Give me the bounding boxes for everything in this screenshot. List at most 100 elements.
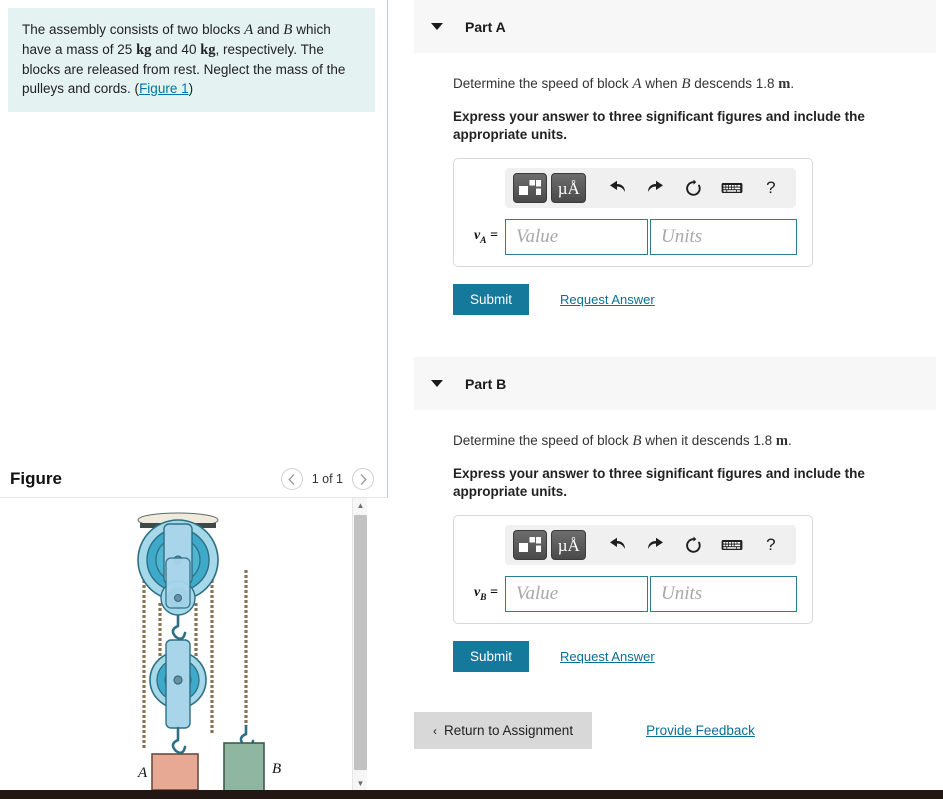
va-equals: = — [490, 228, 498, 244]
redo-icon[interactable] — [638, 173, 672, 203]
part-b-question: Determine the speed of block B when it d… — [453, 432, 943, 450]
keyboard-icon[interactable] — [715, 530, 749, 560]
vb-sub: B — [480, 592, 487, 603]
qb-end: . — [787, 433, 792, 448]
part-b-toolbar: µÅ ? — [505, 525, 796, 565]
qb-pre: Determine the speed of block — [453, 433, 633, 448]
part-a-value-input[interactable] — [505, 219, 648, 255]
problem-statement: The assembly consists of two blocks A an… — [8, 8, 375, 112]
part-b-header[interactable]: Part B — [414, 357, 936, 410]
figure-scrollbar[interactable]: ▲ ▼ — [352, 498, 367, 791]
va-sub: A — [480, 235, 487, 246]
reset-icon[interactable] — [677, 530, 711, 560]
undo-icon[interactable] — [600, 173, 634, 203]
problem-text-6: ) — [188, 81, 194, 96]
part-b-submit-button[interactable]: Submit — [453, 641, 530, 672]
provide-feedback-link[interactable]: Provide Feedback — [646, 723, 755, 738]
bottom-bar — [0, 790, 943, 799]
redo-arrow-glyph — [648, 537, 664, 549]
undo-arrow-glyph — [609, 180, 625, 192]
figure-label-a: A — [137, 765, 148, 781]
part-a-variable-label: vA = — [464, 228, 505, 246]
redo-icon[interactable] — [638, 530, 672, 560]
part-a-body: Determine the speed of block A when B de… — [389, 75, 943, 315]
figure-counter: 1 of 1 — [311, 472, 343, 486]
figure-label-b: B — [272, 761, 281, 777]
part-b-instruction: Express your answer to three significant… — [453, 466, 865, 499]
scrollbar-thumb[interactable] — [354, 515, 367, 770]
units-icon-label: µÅ — [557, 535, 580, 555]
part-b-request-answer-link[interactable]: Request Answer — [560, 649, 655, 664]
chevron-left-icon: ‹ — [433, 723, 437, 738]
figure-title: Figure — [10, 469, 62, 488]
qb-mid: when it descends 1.8 — [641, 433, 776, 448]
units-icon-label: µÅ — [557, 178, 580, 198]
part-b-units-input[interactable] — [650, 576, 797, 612]
reset-icon[interactable] — [677, 173, 711, 203]
part-b-actions: Submit Request Answer — [453, 641, 943, 672]
problem-page: The assembly consists of two blocks A an… — [0, 0, 943, 799]
qa-pre: Determine the speed of block — [453, 76, 633, 91]
part-a-header[interactable]: Part A — [414, 0, 936, 53]
part-a-request-answer-link[interactable]: Request Answer — [560, 292, 655, 307]
math-template-icon[interactable] — [513, 173, 548, 203]
help-icon[interactable]: ? — [754, 530, 788, 560]
return-to-assignment-button[interactable]: ‹ Return to Assignment — [414, 712, 593, 749]
problem-text-4: and 40 — [151, 42, 201, 57]
caret-down-icon[interactable] — [431, 23, 443, 30]
chevron-left-icon — [288, 473, 295, 485]
qa-var1: A — [632, 76, 642, 92]
qa-mid: when — [641, 76, 682, 91]
scroll-down-arrow-icon[interactable]: ▼ — [353, 776, 368, 791]
problem-text-1: The assembly consists of two blocks — [22, 22, 245, 37]
part-b-body: Determine the speed of block B when it d… — [389, 432, 943, 672]
reset-circular-arrow-glyph — [686, 536, 702, 553]
math-template-glyph — [519, 180, 542, 195]
figure-next-button[interactable] — [352, 468, 374, 490]
part-b-label: Part B — [465, 375, 507, 392]
part-a-units-input[interactable] — [650, 219, 797, 255]
figure-header: Figure 1 of 1 — [0, 462, 388, 496]
part-a-actions: Submit Request Answer — [453, 284, 943, 315]
problem-var-a: A — [244, 22, 254, 38]
qa-unit: m — [778, 76, 791, 92]
vb-equals: = — [490, 585, 498, 601]
scroll-up-arrow-icon[interactable]: ▲ — [353, 498, 368, 513]
units-icon[interactable]: µÅ — [551, 173, 586, 203]
caret-down-icon[interactable] — [431, 380, 443, 387]
units-icon[interactable]: µÅ — [551, 530, 586, 560]
figure-prev-button[interactable] — [280, 468, 303, 490]
math-template-icon[interactable] — [513, 530, 548, 560]
part-b-variable-label: vB = — [464, 585, 505, 603]
qa-post: descends 1.8 — [690, 76, 779, 91]
keyboard-icon[interactable] — [715, 173, 749, 203]
chevron-right-icon — [360, 473, 367, 485]
undo-icon[interactable] — [600, 530, 634, 560]
math-template-glyph — [519, 537, 542, 552]
pulley-assembly-diagram: A B — [137, 512, 281, 791]
part-a-submit-button[interactable]: Submit — [453, 284, 530, 315]
problem-unit-kg-2: kg — [200, 42, 216, 58]
part-b-input-row: vB = — [464, 576, 802, 612]
part-a-answer-box: µÅ ? vA = Value Units — [453, 158, 813, 267]
qa-end: . — [790, 76, 795, 91]
left-panel: The assembly consists of two blocks A an… — [0, 0, 388, 791]
figure-image[interactable]: A B — [0, 498, 357, 791]
part-a-input-row: vA = — [464, 219, 802, 255]
part-b-value-input[interactable] — [505, 576, 648, 612]
return-to-assignment-label: Return to Assignment — [444, 723, 574, 738]
part-a-label: Part A — [465, 18, 506, 35]
part-a-toolbar: µÅ ? — [505, 168, 796, 208]
part-a-instruction: Express your answer to three significant… — [453, 109, 865, 142]
figure-1-link[interactable]: Figure 1 — [139, 81, 189, 96]
problem-unit-kg-1: kg — [136, 42, 152, 58]
help-icon[interactable]: ? — [754, 173, 788, 203]
part-b-answer-box: µÅ ? vB = Value Units — [453, 515, 813, 624]
redo-arrow-glyph — [648, 180, 664, 192]
footer-actions: ‹ Return to Assignment Provide Feedback — [414, 712, 943, 749]
figure-nav: 1 of 1 — [280, 468, 374, 490]
qb-unit: m — [775, 433, 788, 449]
problem-text-2: and — [253, 22, 284, 37]
part-a-question: Determine the speed of block A when B de… — [453, 75, 943, 93]
figure-body: A B ▲ ▼ — [0, 497, 388, 791]
